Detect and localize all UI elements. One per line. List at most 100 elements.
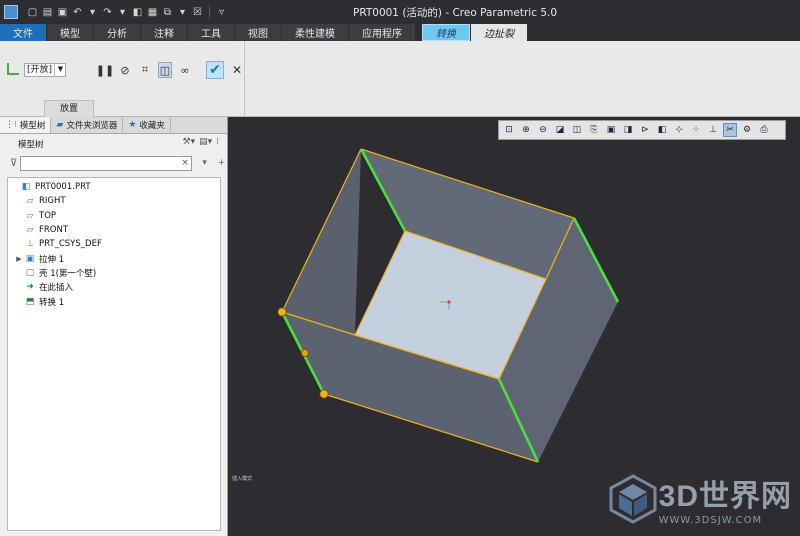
save-icon[interactable]: ▣ <box>56 6 69 19</box>
ok-check-icon[interactable]: ✔ <box>206 61 224 79</box>
title-bar: ▢ ▤ ▣ ↶ ▾ ↷ ▾ ◧ ▦ ⧉ ▾ ☒ ▿ PRT0001 (活动的) … <box>0 0 800 24</box>
customize-toolbar-icon[interactable]: ▿ <box>215 6 228 19</box>
tree-node[interactable]: ➜ 在此插入 <box>8 280 220 294</box>
view-toolbar: ⊡ ⊕ ⊖ ◪ ◫ ⎘ ▣ ◨ ⊳ ◧ ⊹ ⁘ ⊥ ✂ ⚙ ⎙ <box>498 120 786 140</box>
tree-node[interactable]: ▱ RIGHT <box>8 194 220 208</box>
display-style-icon[interactable]: ◫ <box>570 123 584 137</box>
clear-search-icon[interactable]: × <box>181 158 191 168</box>
undo-dropdown-icon[interactable]: ▾ <box>86 6 99 19</box>
spin-center-icon[interactable]: ✂ <box>723 123 737 137</box>
cancel-x-icon[interactable]: ✕ <box>230 62 244 78</box>
csys-display-icon[interactable]: ⊥ <box>706 123 720 137</box>
refit-icon[interactable]: ⊡ <box>502 123 516 137</box>
show-menu-icon[interactable]: ▤▾ <box>199 137 212 147</box>
window-dropdown-icon[interactable]: ▾ <box>176 6 189 19</box>
feature-controls: ❚❚ ⊘ ⌗ ◫ ∞ ✔ ✕ <box>96 61 244 79</box>
filter-icon[interactable]: ⊽ <box>10 158 17 169</box>
redo-icon[interactable]: ↷ <box>101 6 114 19</box>
model-tree-header: 模型树 ⚒▾ ▤▾ ⁝ <box>0 134 227 153</box>
navigator-panel: ⋮⁝ 模型树 ▰ 文件夹浏览器 ★ 收藏夹 模型树 ⚒▾ ▤▾ ⁝ ⊽ × ▾ … <box>0 117 228 536</box>
new-file-icon[interactable]: ▢ <box>26 6 39 19</box>
expand-arrow-icon[interactable]: ▶ <box>14 255 24 263</box>
datum-display-icon[interactable]: ⊳ <box>638 123 652 137</box>
graphics-viewport[interactable]: ⊡ ⊕ ⊖ ◪ ◫ ⎘ ▣ ◨ ⊳ ◧ ⊹ ⁘ ⊥ ✂ ⚙ ⎙ 插入模式 3D世… <box>228 117 800 536</box>
open-file-icon[interactable]: ▤ <box>41 6 54 19</box>
tree-node-label: FRONT <box>39 225 69 236</box>
extrude-icon: ▣ <box>25 253 35 264</box>
axis-display-icon[interactable]: ⊹ <box>672 123 686 137</box>
tree-node[interactable]: ▱ FRONT <box>8 223 220 237</box>
undo-icon[interactable]: ↶ <box>71 6 84 19</box>
watermark-url: WWW.3DSJW.COM <box>658 515 763 526</box>
drag-handle-middle[interactable] <box>301 348 310 357</box>
tab-model[interactable]: 模型 <box>47 24 93 41</box>
close-window-icon[interactable]: ☒ <box>191 6 204 19</box>
tree-node-label: 壳 1(第一个壁) <box>39 268 97 279</box>
tab-convert[interactable]: 转换 <box>422 24 470 41</box>
quick-access-toolbar: ▢ ▤ ▣ ↶ ▾ ↷ ▾ ◧ ▦ ⧉ ▾ ☒ ▿ <box>0 0 228 24</box>
feature-preview-icon[interactable]: ◫ <box>158 62 172 78</box>
favorites-icon: ★ <box>128 120 137 130</box>
tab-annotate[interactable]: 注释 <box>141 24 187 41</box>
tab-flexible-modeling[interactable]: 柔性建模 <box>282 24 348 41</box>
watermark: 3D世界网 WWW.3DSJW.COM <box>607 471 792 526</box>
tree-node-label: RIGHT <box>39 196 66 207</box>
no-preview-icon[interactable]: ⊘ <box>118 62 132 78</box>
regenerate-icon[interactable]: ◧ <box>131 6 144 19</box>
tab-view[interactable]: 视图 <box>235 24 281 41</box>
add-column-icon[interactable]: + <box>218 158 226 168</box>
tree-node-label: 转换 1 <box>39 297 65 308</box>
tree-node[interactable]: ⊥ PRT_CSYS_DEF <box>8 237 220 251</box>
tab-edge-rip[interactable]: 边扯裂 <box>471 24 527 41</box>
tab-file[interactable]: 文件 <box>0 24 46 41</box>
annotation-display-icon[interactable]: ◧ <box>655 123 669 137</box>
redo-dropdown-icon[interactable]: ▾ <box>116 6 129 19</box>
more-icon[interactable]: ⁝ <box>216 137 219 147</box>
annotation-filter-icon[interactable]: ⚙ <box>740 123 754 137</box>
search-dropdown-icon[interactable]: ▾ <box>202 158 207 168</box>
tab-model-tree[interactable]: ⋮⁝ 模型树 <box>0 117 52 133</box>
tab-favorites[interactable]: ★ 收藏夹 <box>123 117 171 133</box>
zoom-in-icon[interactable]: ⊕ <box>519 123 533 137</box>
insert-here-icon: ➜ <box>26 282 34 293</box>
view-manager-icon[interactable]: ▣ <box>604 123 618 137</box>
tree-filter-row: ⊽ × ▾ + <box>0 153 227 173</box>
point-display-icon[interactable]: ⁘ <box>689 123 703 137</box>
tree-node[interactable]: ▢ 壳 1(第一个壁) <box>8 266 220 280</box>
verify-glasses-icon[interactable]: ∞ <box>178 62 192 78</box>
drag-handle-top[interactable] <box>277 307 287 317</box>
app-logo-icon[interactable] <box>4 5 18 19</box>
tree-node-label: PRT0001.PRT <box>35 182 91 193</box>
zoom-out-icon[interactable]: ⊖ <box>536 123 550 137</box>
part-icon: ◧ <box>21 182 31 193</box>
tab-folder-browser-label: 文件夹浏览器 <box>66 121 118 131</box>
tab-folder-browser[interactable]: ▰ 文件夹浏览器 <box>51 117 124 133</box>
tree-node[interactable]: ▱ TOP <box>8 209 220 223</box>
placement-panel-tab[interactable]: 放置 <box>44 100 94 117</box>
chevron-down-icon[interactable]: ▼ <box>54 63 66 77</box>
tree-search-input[interactable] <box>20 155 193 171</box>
tab-model-tree-label: 模型树 <box>19 121 46 131</box>
ribbon: [开放] ▼ ❚❚ ⊘ ⌗ ◫ ∞ ✔ ✕ 放置 <box>0 41 800 117</box>
datum-plane-icon: ▱ <box>26 196 34 207</box>
tab-analysis[interactable]: 分析 <box>94 24 140 41</box>
tree-node[interactable]: ▶ ▣ 拉伸 1 <box>8 251 220 265</box>
switch-window-icon[interactable]: ⧉ <box>161 6 174 19</box>
tab-applications[interactable]: 应用程序 <box>349 24 415 41</box>
drag-handle-bottom[interactable] <box>319 389 329 399</box>
perspective-icon[interactable]: ◨ <box>621 123 635 137</box>
hammer-settings-icon[interactable]: ⚒▾ <box>183 137 196 147</box>
ribbon-tabs: 文件 模型 分析 注释 工具 视图 柔性建模 应用程序 转换 边扯裂 <box>0 24 800 41</box>
mode-status-text: 插入模式 <box>232 476 253 482</box>
windows-icon[interactable]: ▦ <box>146 6 159 19</box>
repaint-icon[interactable]: ◪ <box>553 123 567 137</box>
watermark-brand: 3D世界网 <box>658 480 792 513</box>
tab-tools[interactable]: 工具 <box>188 24 234 41</box>
pause-icon[interactable]: ❚❚ <box>96 62 114 78</box>
appearance-icon[interactable]: ⎙ <box>757 123 771 137</box>
tree-node[interactable]: ◧ PRT0001.PRT <box>8 180 220 194</box>
saved-orientations-icon[interactable]: ⎘ <box>587 123 601 137</box>
tree-node[interactable]: ⬒ 转换 1 <box>8 294 220 308</box>
geometry-preview-icon[interactable]: ⌗ <box>138 62 152 78</box>
tab-favorites-label: 收藏夹 <box>139 121 165 131</box>
